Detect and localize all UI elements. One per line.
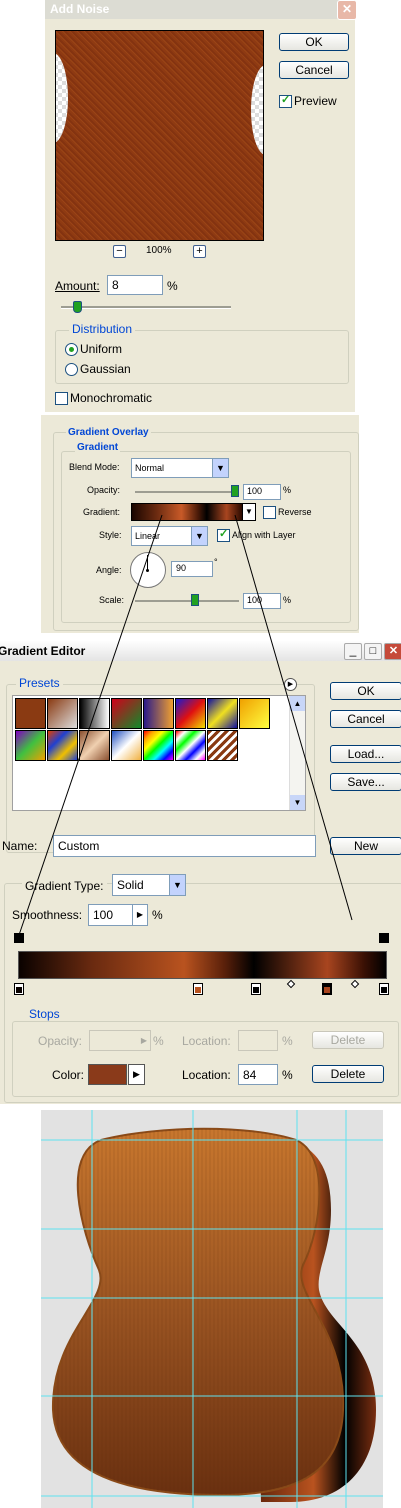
callout-line-right [234, 514, 353, 921]
guitar-body-grain [52, 1128, 344, 1495]
guitar-canvas [41, 1110, 383, 1508]
callout-line-left [17, 514, 163, 939]
guitar-artwork [41, 1110, 383, 1508]
